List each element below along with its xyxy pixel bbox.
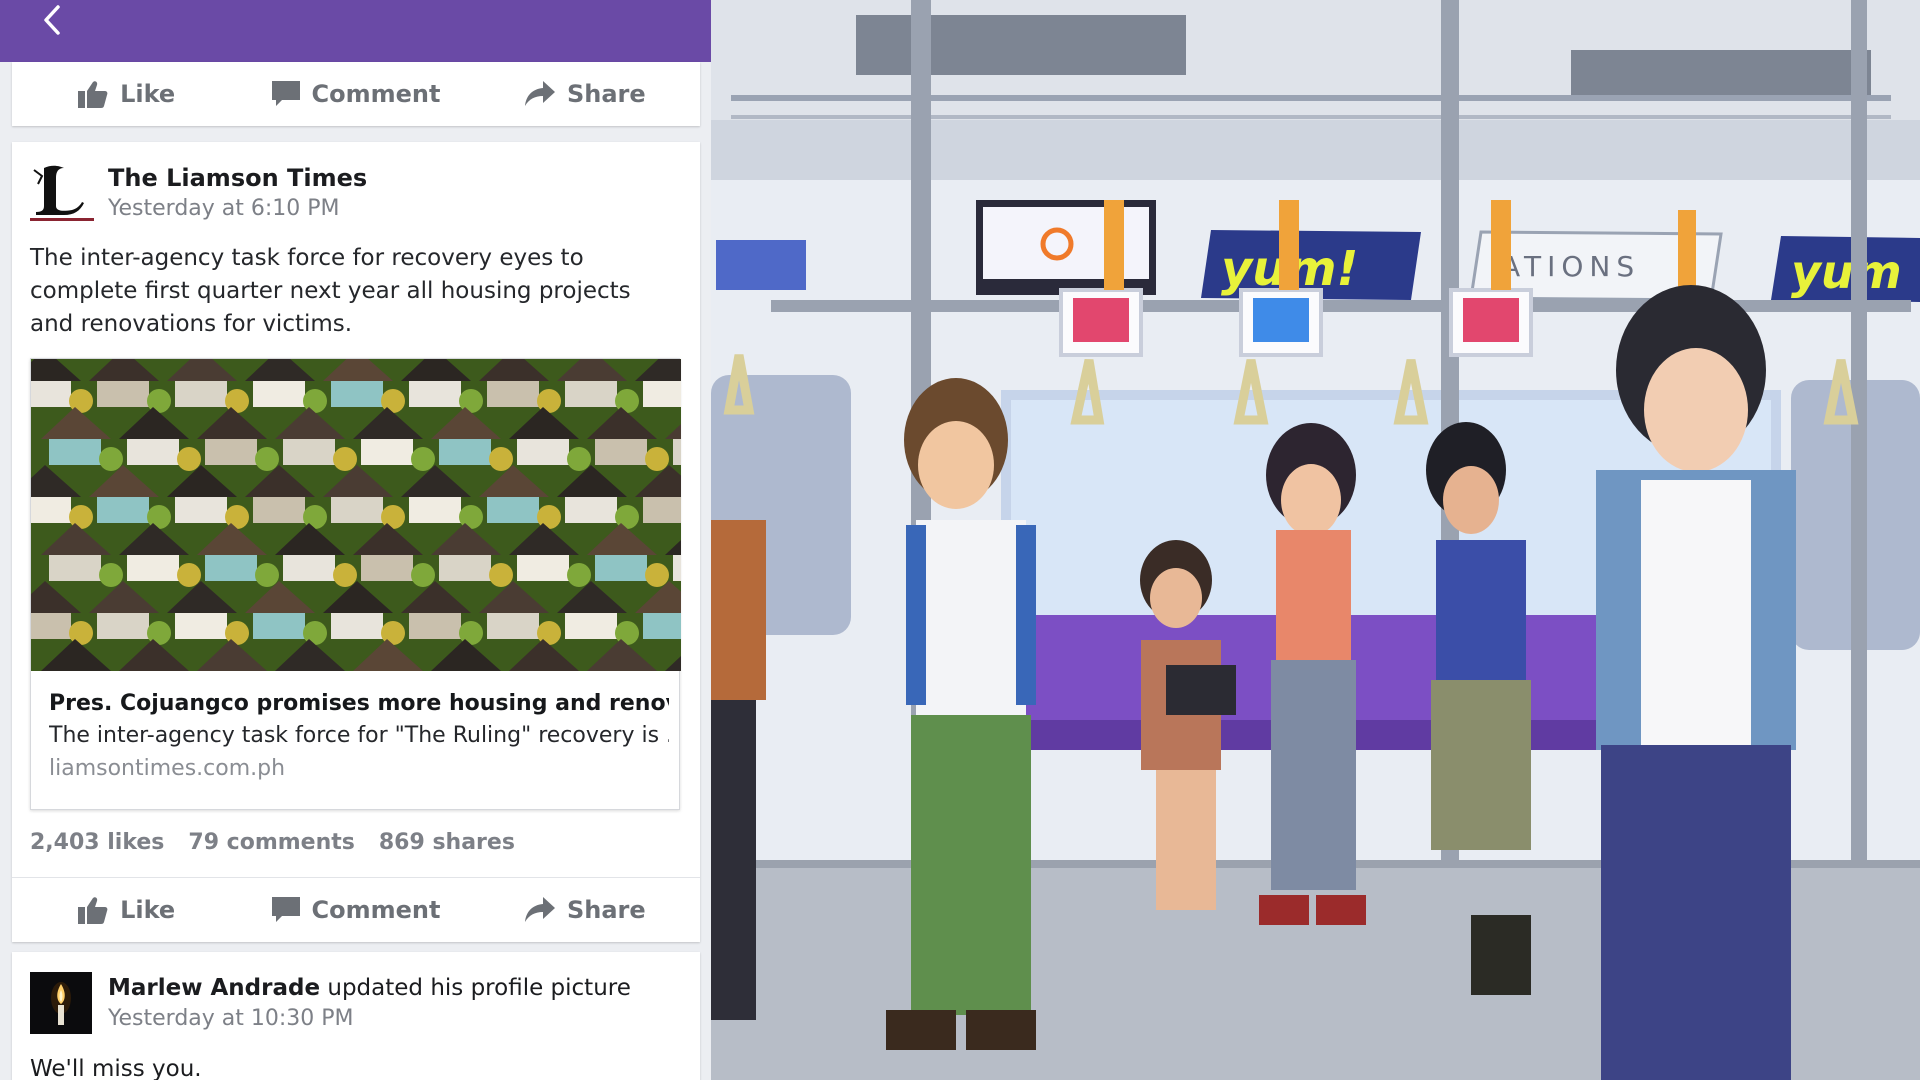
share-label: Share xyxy=(566,896,646,924)
post-timestamp[interactable]: Yesterday at 6:10 PM xyxy=(108,194,367,224)
scene-art: yum! ATIONS yum xyxy=(711,0,1920,1080)
post-text: The inter-agency task force for recovery… xyxy=(30,245,631,337)
comments-count[interactable]: 79 comments xyxy=(188,830,354,855)
ad-sign-yum-2: yum xyxy=(1771,236,1920,302)
comment-button[interactable]: Comment xyxy=(241,896,470,924)
comment-button[interactable]: Comment xyxy=(241,80,470,108)
link-domain: liamsontimes.com.ph xyxy=(49,756,286,781)
thumbs-up-icon xyxy=(78,81,108,108)
share-icon xyxy=(524,897,555,922)
shares-count[interactable]: 869 shares xyxy=(379,830,515,855)
houses-aerial-image xyxy=(31,359,681,671)
post-header: Marlew Andrade updated his profile pictu… xyxy=(30,972,631,1034)
share-button[interactable]: Share xyxy=(471,896,700,924)
thumbs-up-icon xyxy=(78,897,108,924)
chevron-left-icon xyxy=(44,5,60,35)
previous-post-actions: Like Comment Share xyxy=(12,62,700,126)
like-button[interactable]: Like xyxy=(12,80,241,108)
post-author-line: Marlew Andrade updated his profile pictu… xyxy=(108,972,631,1004)
news-feed-panel: Like Comment Share The Liamson Times Yes… xyxy=(0,0,711,1080)
post-header: The Liamson Times Yesterday at 6:10 PM xyxy=(30,162,367,224)
like-label: Like xyxy=(120,80,176,108)
link-title: Pres. Cojuangco promises more housing an… xyxy=(49,691,669,716)
ad-sign-text: ATIONS xyxy=(1501,250,1640,283)
news-post: The Liamson Times Yesterday at 6:10 PM T… xyxy=(12,142,700,942)
share-button[interactable]: Share xyxy=(471,80,700,108)
post-timestamp[interactable]: Yesterday at 10:30 PM xyxy=(108,1004,631,1034)
like-label: Like xyxy=(120,896,176,924)
profile-update-post: Marlew Andrade updated his profile pictu… xyxy=(12,952,700,1080)
share-icon xyxy=(524,81,555,106)
liamson-times-logo[interactable] xyxy=(30,162,94,222)
share-label: Share xyxy=(566,80,646,108)
top-bar xyxy=(0,0,711,62)
ad-sign-text: yum xyxy=(1791,245,1902,299)
comment-label: Comment xyxy=(311,80,441,108)
post-source-name[interactable]: The Liamson Times xyxy=(108,162,367,194)
link-description: The inter-agency task force for "The Rul… xyxy=(49,723,669,748)
comment-icon xyxy=(271,897,300,922)
likes-count[interactable]: 2,403 likes xyxy=(30,830,164,855)
passenger-woman-standing xyxy=(1259,423,1366,925)
comment-label: Comment xyxy=(311,896,441,924)
like-button[interactable]: Like xyxy=(12,896,241,924)
post-action: updated his profile picture xyxy=(320,975,631,1001)
action-bar: Like Comment Share xyxy=(12,878,700,942)
comment-icon xyxy=(271,81,300,106)
post-text: We'll miss you. xyxy=(30,1056,202,1080)
metro-sign-icon xyxy=(716,240,806,290)
action-bar: Like Comment Share xyxy=(12,62,700,126)
post-author[interactable]: Marlew Andrade xyxy=(108,975,320,1001)
post-stats: 2,403 likes 79 comments 869 shares xyxy=(30,830,515,855)
link-preview[interactable]: Pres. Cojuangco promises more housing an… xyxy=(30,358,681,810)
candle-avatar[interactable] xyxy=(30,972,94,1034)
train-monitor xyxy=(976,200,1156,295)
back-button[interactable] xyxy=(30,0,74,40)
train-interior-scene: yum! ATIONS yum xyxy=(711,0,1920,1080)
